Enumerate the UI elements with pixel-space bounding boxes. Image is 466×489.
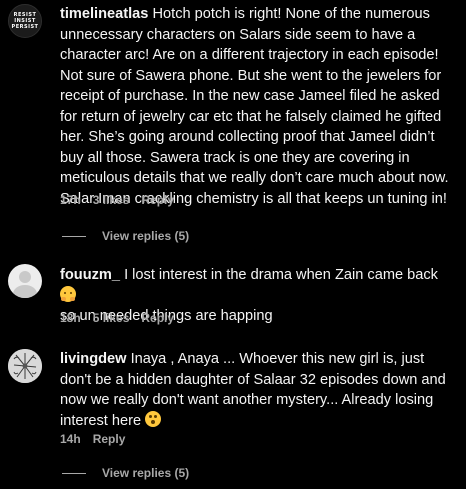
default-avatar-body: [13, 285, 37, 298]
timestamp: 18h: [60, 311, 81, 325]
floral-avatar-icon: [8, 349, 42, 383]
view-replies-button[interactable]: View replies (5): [62, 229, 189, 243]
reply-button[interactable]: Reply: [141, 193, 174, 207]
likes-count[interactable]: 3 likes: [93, 193, 130, 207]
avatar-text-line-3: PERSIST: [11, 24, 39, 30]
comment-meta: 17h 3 likes Reply: [60, 193, 186, 207]
username[interactable]: fouuzm_: [60, 267, 120, 283]
hugging-face-emoji: [60, 285, 76, 302]
replies-divider: [62, 472, 86, 474]
avatar[interactable]: [8, 349, 42, 383]
view-replies-label: View replies (5): [102, 229, 190, 243]
comment-meta: 14h Reply: [60, 432, 137, 446]
username[interactable]: livingdew: [60, 351, 127, 367]
avatar[interactable]: [8, 264, 42, 298]
view-replies-button[interactable]: View replies (5): [62, 466, 189, 480]
default-avatar-head: [19, 271, 31, 283]
comment-text: Hotch potch is right! None of the numero…: [60, 6, 449, 207]
reply-button[interactable]: Reply: [141, 311, 174, 325]
comment-text: I lost interest in the drama when Zain c…: [124, 267, 438, 283]
replies-divider: [62, 235, 86, 237]
timestamp: 17h: [60, 193, 81, 207]
timestamp: 14h: [60, 432, 81, 446]
comment-meta: 18h 5 likes Reply: [60, 311, 186, 325]
comment-body: timelineatlas Hotch potch is right! None…: [60, 4, 456, 209]
avatar[interactable]: RESIST INSIST PERSIST: [8, 4, 42, 38]
reply-button[interactable]: Reply: [93, 432, 126, 446]
astonished-face-emoji: [145, 410, 162, 427]
view-replies-label: View replies (5): [102, 466, 190, 480]
likes-count[interactable]: 5 likes: [93, 311, 130, 325]
username[interactable]: timelineatlas: [60, 6, 148, 22]
comment-body: livingdew Inaya , Anaya ... Whoever this…: [60, 349, 456, 431]
